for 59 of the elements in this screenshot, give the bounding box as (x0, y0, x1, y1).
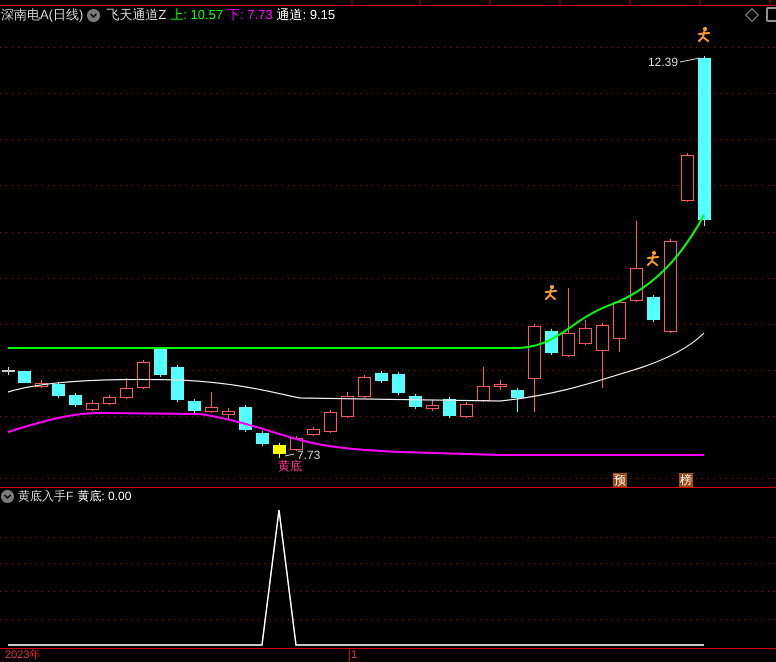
candlestick (426, 400, 439, 412)
candlestick (341, 392, 354, 418)
candlestick (443, 396, 456, 418)
leader-line (284, 454, 294, 456)
candlestick (647, 294, 660, 322)
running-figure-icon (545, 285, 557, 300)
candlestick (545, 328, 558, 356)
candlestick (154, 346, 167, 378)
candlestick (511, 388, 524, 412)
candlestick (18, 370, 31, 384)
reading-value: 通道: 9.15 (276, 7, 336, 23)
signal-label: 黄底 (278, 459, 302, 473)
reading-value: 上: 10.57 (170, 7, 224, 23)
axis-label: 2023年 (5, 649, 40, 662)
candlestick (681, 152, 694, 202)
candlestick (596, 322, 609, 388)
dropdown-icon[interactable] (1, 490, 14, 503)
candlestick (171, 364, 184, 402)
candlestick (137, 360, 150, 390)
candlestick (324, 410, 337, 434)
candlestick (188, 398, 201, 414)
candlestick (222, 408, 235, 420)
candlestick (35, 380, 48, 388)
price-label: 12.39 (648, 55, 678, 69)
candlestick (613, 300, 626, 352)
indicator-name: 黄底入手F (18, 489, 74, 504)
tag: 预 (613, 473, 627, 487)
candlestick (86, 400, 99, 412)
candlestick (52, 382, 65, 398)
candlestick (256, 430, 269, 446)
candlestick (477, 366, 490, 402)
reading-value: 下: 7.73 (227, 7, 273, 23)
candlestick (239, 404, 252, 432)
candlestick (205, 392, 218, 414)
candlestick (579, 320, 592, 346)
candlestick (494, 380, 507, 390)
candlestick (460, 402, 473, 418)
price-label: 7.73 (297, 448, 320, 462)
leader-line (680, 58, 700, 62)
candlestick (375, 370, 388, 384)
candlestick (273, 442, 286, 458)
panel-toggle-icon[interactable] (766, 7, 776, 22)
candlestick (409, 394, 422, 410)
candlestick (69, 392, 82, 408)
stock-title: 深南电A(日线) (1, 7, 84, 23)
running-figure-icon (698, 27, 710, 42)
axis-label: 1 (351, 649, 358, 662)
tag: 榜 (679, 473, 693, 487)
candlestick (103, 394, 116, 406)
candlestick (358, 374, 371, 398)
candlestick (392, 372, 405, 396)
dropdown-icon[interactable] (87, 8, 100, 22)
running-figure-icon (647, 251, 659, 266)
candlestick (2, 366, 15, 376)
candlestick (120, 378, 133, 400)
reading-value: 黄底: 0.00 (77, 489, 132, 504)
candlestick (307, 426, 320, 436)
indicator-name: 飞天通道Z (106, 7, 166, 23)
candlestick (562, 288, 575, 358)
